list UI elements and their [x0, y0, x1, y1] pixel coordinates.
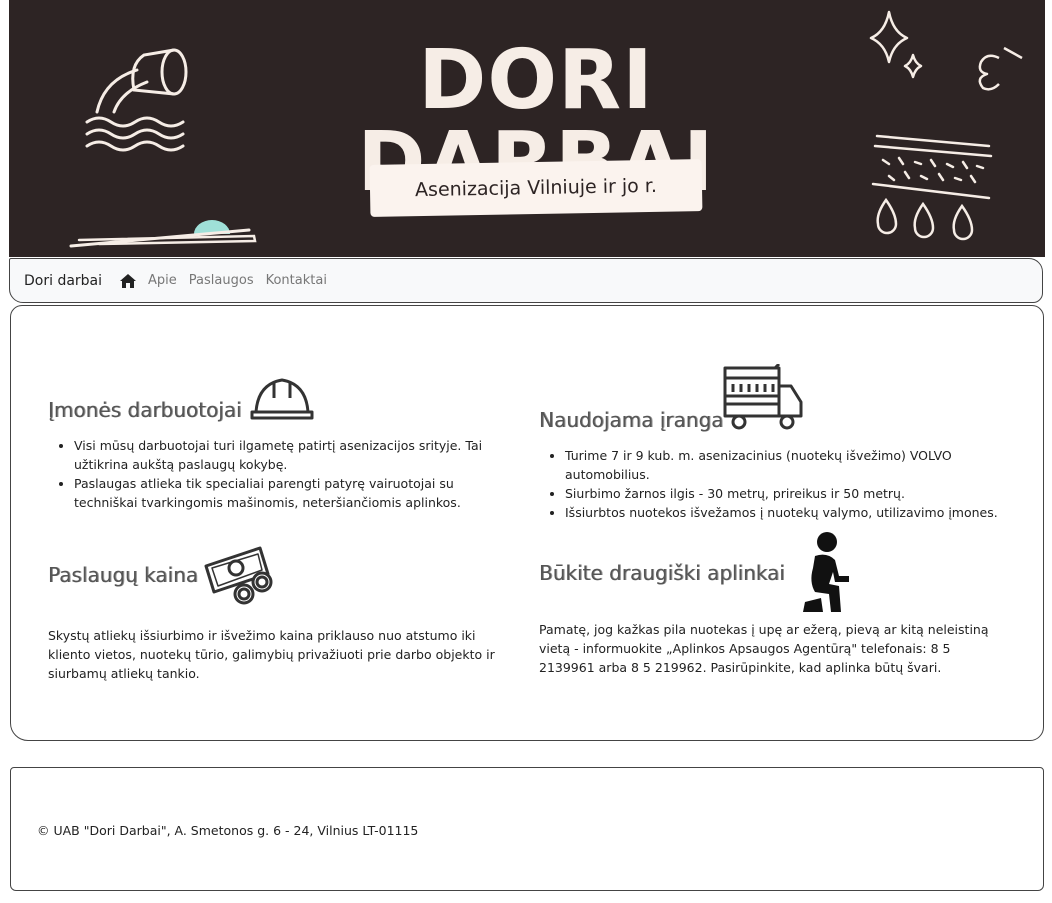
section-eco: Būkite draugiški aplinkai Pamatę, jog ka… — [539, 532, 999, 677]
soil-drops-icon — [871, 134, 993, 241]
eco-text: Pamatę, jog kažkas pila nuotekas į upę a… — [539, 622, 989, 675]
section-equipment: Naudojama įranga Turime 7 ir 9 kub. m. a… — [539, 364, 1009, 522]
truck-icon — [723, 364, 803, 430]
section-title: Naudojama įranga — [539, 408, 724, 432]
navbar: Dori darbai Apie Paslaugos Kontaktai — [9, 258, 1043, 303]
hard-hat-icon — [250, 378, 314, 420]
equipment-list: Turime 7 ir 9 kub. m. asenizacinius (nuo… — [539, 446, 1009, 522]
section-title: Paslaugų kaina — [48, 563, 199, 587]
list-item: Siurbimo žarnos ilgis - 30 metrų, prirei… — [565, 484, 1009, 503]
ground-icon — [69, 220, 257, 248]
main-content: Įmonės darbuotojai Visi mūsų darbuotojai… — [10, 305, 1044, 741]
nav-brand[interactable]: Dori darbai — [24, 273, 102, 289]
crouching-person-icon — [802, 532, 849, 612]
nav-link-paslaugos[interactable]: Paslaugos — [189, 273, 254, 288]
section-employees: Įmonės darbuotojai Visi mūsų darbuotojai… — [48, 372, 508, 512]
footer-text: © UAB "Dori Darbai", A. Smetonos g. 6 - … — [37, 823, 419, 838]
sparkle-icon — [869, 10, 1023, 91]
list-item: Paslaugas atlieka tik specialiai parengt… — [74, 474, 508, 512]
price-text: Skystų atliekų išsiurbimo ir išvežimo ka… — [48, 628, 495, 681]
list-item: Turime 7 ir 9 kub. m. asenizacinius (nuo… — [565, 446, 1009, 484]
nav-link-apie[interactable]: Apie — [148, 273, 177, 288]
list-item: Išsiurbtos nuotekos išvežamos į nuotekų … — [565, 503, 1009, 522]
home-icon[interactable] — [120, 273, 137, 288]
banner-subtitle: Asenizacija Vilniuje ir jo r. — [369, 159, 703, 217]
section-title: Įmonės darbuotojai — [48, 398, 242, 422]
pipe-icon — [85, 48, 188, 152]
header-banner: DORI DARBAI Asenizacija Vilniuje ir jo r… — [9, 0, 1045, 257]
section-title: Būkite draugiški aplinkai — [539, 561, 785, 585]
employees-list: Visi mūsų darbuotojai turi ilgametę pati… — [48, 436, 508, 512]
footer: © UAB "Dori Darbai", A. Smetonos g. 6 - … — [10, 767, 1044, 891]
money-icon — [204, 546, 273, 605]
nav-link-kontaktai[interactable]: Kontaktai — [266, 273, 327, 288]
section-price: Paslaugų kaina Skystų atliekų išsiurbimo… — [48, 544, 520, 683]
list-item: Visi mūsų darbuotojai turi ilgametę pati… — [74, 436, 508, 474]
